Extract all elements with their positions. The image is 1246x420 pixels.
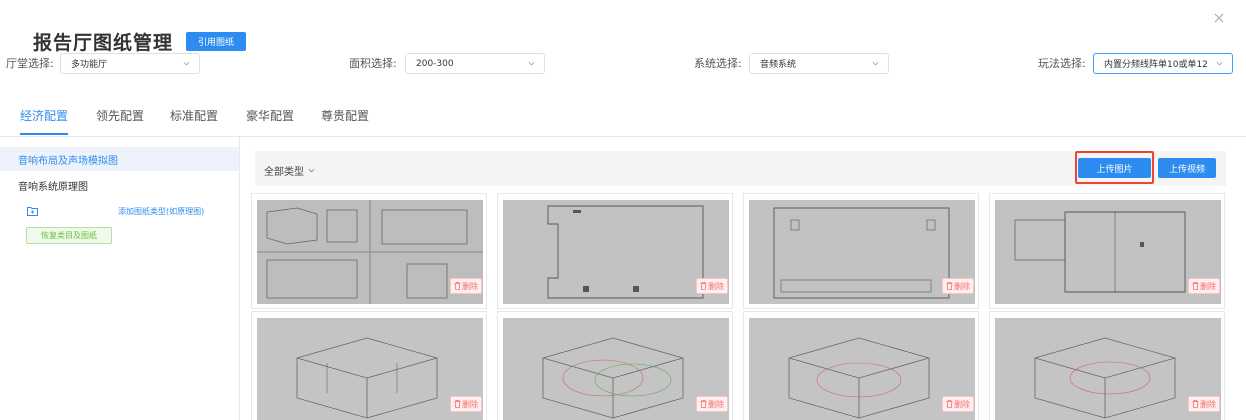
drawing-thumbnail[interactable]: 删除: [743, 193, 979, 309]
delete-button[interactable]: 删除: [696, 278, 728, 294]
type-filter-select[interactable]: 全部类型: [264, 163, 316, 178]
gallery-toolbar: 全部类型 上传图片 上传视频: [255, 151, 1226, 186]
delete-label: 删除: [708, 281, 724, 291]
restore-categories-button[interactable]: 恢复类目及图纸: [26, 227, 112, 244]
area-select[interactable]: 200-300: [405, 53, 545, 74]
sidebar-item-label: 音响系统原理图: [18, 181, 88, 193]
delete-label: 删除: [708, 399, 724, 409]
page-title: 报告厅图纸管理: [33, 32, 174, 54]
area-select-value: 200-300: [416, 58, 454, 69]
active-tab-indicator: [20, 133, 68, 135]
delete-label: 删除: [954, 281, 970, 291]
trash-icon: [1192, 400, 1199, 408]
delete-label: 删除: [1200, 399, 1216, 409]
hall-select-label: 厅堂选择:: [6, 57, 54, 70]
tab-economy[interactable]: 经济配置: [20, 107, 68, 124]
delete-button[interactable]: 删除: [1188, 396, 1220, 412]
sidebar-item-system-schematic[interactable]: 音响系统原理图: [0, 173, 239, 197]
upload-video-button[interactable]: 上传视频: [1158, 158, 1216, 178]
hall-select[interactable]: 多功能厅: [60, 53, 200, 74]
delete-button[interactable]: 删除: [450, 396, 482, 412]
tab-standard[interactable]: 标准配置: [170, 107, 218, 124]
trash-icon: [700, 400, 707, 408]
add-drawing-type-link[interactable]: 添加图纸类型(如原理图): [118, 206, 204, 217]
tab-premium[interactable]: 尊贵配置: [321, 107, 369, 124]
chevron-down-icon: [183, 61, 190, 66]
mode-select[interactable]: 内置分频线阵单10或单12: [1093, 53, 1233, 74]
system-select[interactable]: 音频系统: [749, 53, 889, 74]
drawing-thumbnail[interactable]: 删除: [989, 311, 1225, 420]
delete-label: 删除: [954, 399, 970, 409]
hall-select-value: 多功能厅: [71, 60, 108, 70]
sidebar: 音响布局及声场模拟图 音响系统原理图 添加图纸类型(如原理图) 恢复类目及图纸: [0, 137, 240, 420]
upload-image-highlight: [1075, 151, 1154, 184]
delete-button[interactable]: 删除: [942, 396, 974, 412]
delete-button[interactable]: 删除: [450, 278, 482, 294]
sidebar-item-speaker-layout[interactable]: 音响布局及声场模拟图: [0, 147, 239, 171]
trash-icon: [946, 282, 953, 290]
folder-add-icon[interactable]: [27, 206, 38, 216]
area-select-label: 面积选择:: [349, 57, 397, 70]
cite-drawing-button[interactable]: 引用图纸: [186, 32, 246, 51]
drawing-thumbnail[interactable]: 删除: [251, 311, 487, 420]
system-select-label: 系统选择:: [694, 57, 742, 70]
trash-icon: [1192, 282, 1199, 290]
drawing-thumbnail[interactable]: 删除: [989, 193, 1225, 309]
trash-icon: [454, 400, 461, 408]
delete-label: 删除: [462, 399, 478, 409]
config-tabs: 经济配置 领先配置 标准配置 豪华配置 尊贵配置: [0, 97, 1246, 137]
chevron-down-icon: [528, 61, 535, 66]
delete-button[interactable]: 删除: [1188, 278, 1220, 294]
system-select-value: 音频系统: [760, 60, 797, 70]
trash-icon: [946, 400, 953, 408]
trash-icon: [700, 282, 707, 290]
drawing-thumbnail[interactable]: 删除: [497, 193, 733, 309]
tab-luxury[interactable]: 豪华配置: [246, 107, 294, 124]
mode-select-label: 玩法选择:: [1038, 57, 1086, 70]
delete-button[interactable]: 删除: [696, 396, 728, 412]
drawing-thumbnail[interactable]: 删除: [497, 311, 733, 420]
trash-icon: [454, 282, 461, 290]
type-filter-value: 全部类型: [264, 167, 304, 178]
sidebar-item-label: 音响布局及声场模拟图: [18, 155, 118, 167]
delete-label: 删除: [462, 281, 478, 291]
delete-button[interactable]: 删除: [942, 278, 974, 294]
tab-leading[interactable]: 领先配置: [96, 107, 144, 124]
mode-select-value: 内置分频线阵单10或单12: [1104, 60, 1208, 70]
drawing-thumbnail[interactable]: 删除: [743, 311, 979, 420]
drawing-thumbnail[interactable]: 删除: [251, 193, 487, 309]
chevron-down-icon: [1216, 61, 1223, 66]
delete-label: 删除: [1200, 281, 1216, 291]
close-icon[interactable]: [1212, 10, 1226, 24]
chevron-down-icon: [872, 61, 879, 66]
chevron-down-icon: [308, 168, 315, 173]
